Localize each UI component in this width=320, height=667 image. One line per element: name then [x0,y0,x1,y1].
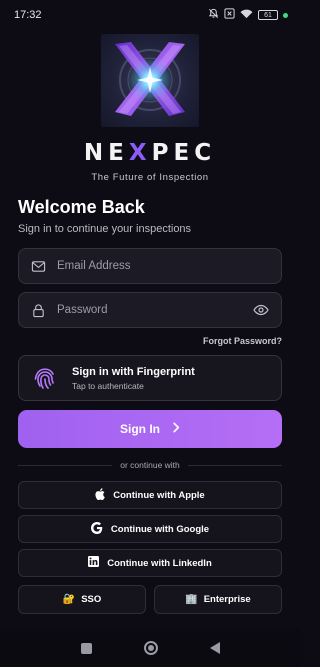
page-subtitle: Sign in to continue your inspections [18,223,192,235]
divider-line-left [18,464,113,466]
lock-key-icon: 🔐 [62,593,76,605]
battery-level: 61 [264,11,272,19]
fingerprint-title: Sign in with Fingerprint [72,365,195,378]
sso-button[interactable]: 🔐 SSO [18,585,146,614]
sign-in-button[interactable]: Sign In [18,410,282,448]
wifi-icon [240,8,253,22]
google-signin-label: Continue with Google [110,523,210,535]
divider-text: or continue with [120,460,180,470]
recents-icon[interactable] [80,642,92,654]
google-icon [90,521,103,537]
brand-name: NEXPEC [0,140,300,166]
x-box-icon [224,8,235,22]
google-signin-button[interactable]: Continue with Google [18,515,282,543]
password-input[interactable] [57,304,253,316]
chevron-right-icon [172,422,180,436]
email-field[interactable] [18,248,282,284]
status-time: 17:32 [14,9,42,21]
dot-icon [283,12,288,18]
linkedin-signin-button[interactable]: Continue with LinkedIn [18,549,282,577]
mute-icon [208,8,219,22]
fingerprint-subtitle: Tap to authenticate [72,380,144,391]
password-field[interactable] [18,292,282,328]
enterprise-label: Enterprise [203,594,251,605]
mail-icon [31,258,47,274]
apple-signin-label: Continue with Apple [113,489,205,501]
back-icon[interactable] [209,642,220,654]
sign-in-label: Sign In [120,422,160,436]
fingerprint-signin-button[interactable]: Sign in with Fingerprint Tap to authenti… [18,355,282,401]
divider-line-right [187,464,283,466]
brand-tagline: The Future of Inspection [91,172,209,183]
brand-name-right: PEC [151,140,217,166]
building-icon: 🏢 [185,593,198,605]
brand-name-x: X [128,140,152,166]
status-icons: 61 [208,8,288,22]
forgot-password-link[interactable]: Forgot Password? [203,336,282,346]
system-nav-bar [0,629,300,667]
eye-icon[interactable] [253,302,269,318]
lock-icon [31,302,47,318]
sso-label: SSO [81,594,102,605]
apple-signin-button[interactable]: Continue with Apple [18,481,282,509]
linkedin-icon [88,556,100,570]
app-logo [101,34,199,127]
fingerprint-icon [31,364,59,392]
linkedin-signin-label: Continue with LinkedIn [107,557,212,569]
battery-icon: 61 [258,10,278,20]
status-bar: 17:32 61 [0,0,300,30]
enterprise-button[interactable]: 🏢 Enterprise [154,585,282,614]
page-title: Welcome Back [18,197,145,217]
divider: or continue with [18,458,283,472]
home-icon[interactable] [143,641,158,655]
brand-name-left: NE [83,140,129,166]
apple-icon [95,487,106,503]
email-input[interactable] [57,260,269,272]
